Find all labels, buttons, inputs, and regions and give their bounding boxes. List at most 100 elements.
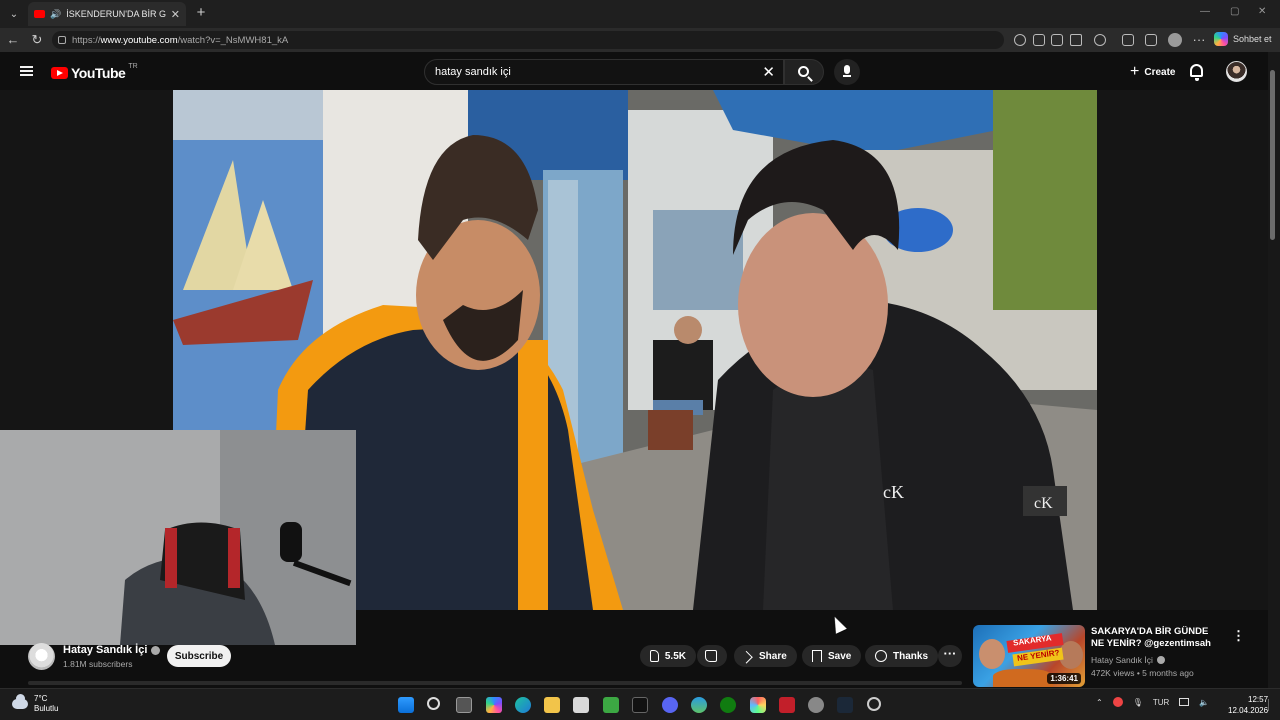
microphone-icon[interactable]: 🎙 xyxy=(1133,698,1143,707)
ck-logo: cK xyxy=(883,482,904,502)
svg-text:cK: cK xyxy=(1034,495,1053,512)
copilot-label: Sohbet et xyxy=(1233,34,1272,44)
youtube-logo[interactable]: YouTube TR xyxy=(51,62,138,81)
youtube-wordmark: YouTube xyxy=(71,65,126,81)
search-button[interactable] xyxy=(784,59,824,85)
show-desktop-button[interactable] xyxy=(1268,699,1274,711)
photos-icon[interactable] xyxy=(750,697,766,713)
maximize-window-icon[interactable]: ▢ xyxy=(1230,6,1239,17)
tray-chevron-icon[interactable]: ⌃ xyxy=(1096,698,1103,707)
url-path: /watch?v=_NsMWH81_kA xyxy=(177,34,289,46)
capcut-icon[interactable] xyxy=(632,697,648,713)
save-label: Save xyxy=(828,650,852,662)
network-icon[interactable] xyxy=(1179,698,1190,706)
kebab-menu-icon[interactable]: ⋮ xyxy=(1232,628,1245,644)
tab-close-icon[interactable]: ✕ xyxy=(171,8,180,21)
search-icon xyxy=(798,66,809,77)
address-bar[interactable]: https://www.youtube.com/watch?v=_NsMWH81… xyxy=(52,31,1004,49)
like-button[interactable]: 5.5K xyxy=(640,645,696,667)
settings-more-icon[interactable]: ··· xyxy=(1191,32,1207,48)
reload-icon[interactable]: ↻ xyxy=(29,32,45,48)
clock-time: 12:57 xyxy=(1248,695,1269,704)
microphone-icon xyxy=(844,65,850,74)
store-icon[interactable] xyxy=(573,697,589,713)
right-man-head xyxy=(738,213,888,397)
more-actions-button[interactable]: ··· xyxy=(938,645,962,667)
back-arrow-icon[interactable]: ← xyxy=(5,32,21,48)
task-view-icon[interactable] xyxy=(456,697,472,713)
recommended-channel[interactable]: Hatay Sandık İçi xyxy=(1091,655,1165,665)
app-icon[interactable] xyxy=(808,697,824,713)
site-info-icon[interactable] xyxy=(58,36,66,44)
account-avatar[interactable] xyxy=(1226,61,1247,82)
tray-app-icon[interactable] xyxy=(1112,697,1123,707)
subscribe-button[interactable]: Subscribe xyxy=(167,645,231,667)
minimize-window-icon[interactable]: — xyxy=(1200,6,1210,17)
shop-window xyxy=(653,210,743,310)
verified-icon xyxy=(1156,656,1165,664)
like-count: 5.5K xyxy=(664,650,686,662)
extensions-icon[interactable] xyxy=(1094,34,1106,46)
weather-condition: Bulutlu xyxy=(34,704,59,713)
close-window-icon[interactable]: ✕ xyxy=(1258,6,1266,17)
channel-name[interactable]: Hatay Sandık İçi xyxy=(63,644,161,656)
browser-essentials-icon[interactable] xyxy=(1122,34,1134,46)
right-man-shirt xyxy=(763,363,893,610)
url-prefix: https:// xyxy=(72,34,101,46)
browser-tab-active[interactable]: 🔊 İSKENDERUN'DA BİR GÜNDE ✕ xyxy=(28,2,186,26)
youtube-play-icon xyxy=(51,67,68,79)
browser-toolbar: ← ↻ https://www.youtube.com/watch?v=_NsM… xyxy=(0,28,1280,52)
search-input[interactable]: hatay sandık içi ✕ xyxy=(424,59,784,85)
split-screen-icon[interactable] xyxy=(1033,34,1045,46)
dislike-button[interactable] xyxy=(697,645,727,667)
thumb-food xyxy=(993,669,1053,687)
share-label: Share xyxy=(759,650,787,662)
app-icon-2[interactable] xyxy=(867,697,881,711)
page-scrollbar-thumb[interactable] xyxy=(1270,70,1275,240)
windows-start-icon[interactable] xyxy=(398,697,414,713)
webcam-overlay xyxy=(0,430,356,645)
copilot-icon xyxy=(1214,32,1228,46)
menu-icon[interactable] xyxy=(20,66,33,76)
language-indicator[interactable]: TUR xyxy=(1153,698,1169,707)
tab-list-menu-button[interactable]: ⌄ xyxy=(4,4,24,24)
clear-search-icon[interactable]: ✕ xyxy=(762,63,775,81)
browser-icon[interactable] xyxy=(691,697,707,713)
favorite-star-icon[interactable] xyxy=(1070,34,1082,46)
thumbs-down-icon xyxy=(705,650,717,662)
profile-icon[interactable] xyxy=(1168,33,1182,47)
xbox-icon[interactable] xyxy=(720,697,736,713)
steam-icon[interactable] xyxy=(837,697,853,713)
copilot-button[interactable]: Sohbet et xyxy=(1214,32,1272,46)
voice-search-button[interactable] xyxy=(834,59,860,85)
copilot-icon[interactable] xyxy=(486,697,502,713)
favorites-icon[interactable] xyxy=(1145,34,1157,46)
edge-icon[interactable] xyxy=(515,697,531,713)
minecraft-icon[interactable] xyxy=(603,697,619,713)
translate-icon[interactable] xyxy=(1051,34,1063,46)
thumbs-up-icon xyxy=(650,650,659,662)
taskbar-clock[interactable]: 12:57 12.04.2026 xyxy=(1228,694,1268,716)
notifications-bell-icon[interactable] xyxy=(1190,64,1203,81)
speaker-icon[interactable]: 🔊 xyxy=(50,9,61,20)
recommended-title[interactable]: SAKARYA'DA BİR GÜNDE NE YENİR? @gezentim… xyxy=(1091,626,1221,650)
country-code: TR xyxy=(128,62,138,70)
file-explorer-icon[interactable] xyxy=(544,697,560,713)
new-tab-button[interactable]: + xyxy=(192,4,210,22)
create-button[interactable]: + Create xyxy=(1118,59,1187,85)
save-button[interactable]: Save xyxy=(802,645,862,667)
voice-app-icon[interactable] xyxy=(779,697,795,713)
thumb-person-left xyxy=(979,639,1005,669)
weather-widget[interactable]: 7°C Bulutlu xyxy=(12,694,58,714)
recommended-thumbnail[interactable]: SAKARYA NE YENİR? 1:36:41 xyxy=(973,625,1085,687)
search-icon[interactable] xyxy=(427,697,440,710)
seated-man xyxy=(653,340,713,410)
channel-avatar[interactable] xyxy=(28,643,55,670)
tracking-prevention-icon[interactable] xyxy=(1014,34,1026,46)
thanks-button[interactable]: Thanks xyxy=(865,645,939,667)
volume-icon[interactable]: 🔈 xyxy=(1199,698,1209,707)
share-button[interactable]: Share xyxy=(734,645,797,667)
horizontal-scrollbar[interactable] xyxy=(28,681,962,685)
mouse-cursor-icon xyxy=(829,614,847,634)
discord-icon[interactable] xyxy=(662,697,678,713)
